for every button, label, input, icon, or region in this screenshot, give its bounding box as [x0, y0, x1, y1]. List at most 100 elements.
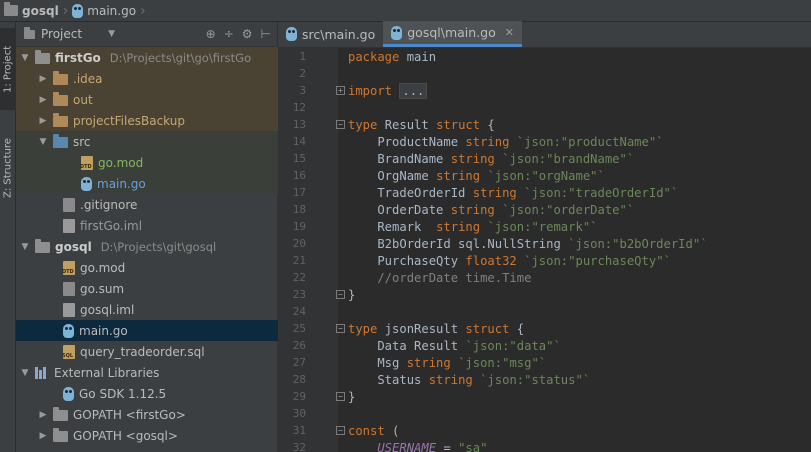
- chevron-right-icon[interactable]: ▶: [38, 431, 48, 441]
- tree-item-gosql-main-go[interactable]: main.go: [16, 320, 278, 341]
- code-line[interactable]: 32 USERNAME = "sa": [278, 439, 811, 452]
- chevron-right-icon[interactable]: ▶: [38, 116, 48, 126]
- code-line[interactable]: 22 //orderDate time.Time: [278, 269, 811, 286]
- collapse-all-icon[interactable]: ÷: [224, 27, 234, 41]
- tree-item-gopath-gosql[interactable]: ▶ GOPATH <gosql>: [16, 425, 278, 446]
- tab-gosql-main-go[interactable]: gosql\main.go ✕: [383, 21, 522, 47]
- collapse-icon[interactable]: −: [336, 426, 345, 435]
- code-token: import: [348, 83, 393, 98]
- chevron-down-icon[interactable]: ▼: [38, 137, 48, 147]
- structure-tool-tab[interactable]: Z: Structure: [0, 118, 16, 218]
- code-line[interactable]: 21 PurchaseQty float32 `json:"purchaseQt…: [278, 252, 811, 269]
- project-tool-tab-label: 1: Project: [2, 45, 14, 93]
- code-line[interactable]: 15 BrandName string `json:"brandName"`: [278, 150, 811, 167]
- code-text: Status string `json:"status"`: [348, 373, 590, 387]
- code-line[interactable]: 2: [278, 65, 811, 82]
- code-line[interactable]: 28 Status string `json:"status"`: [278, 371, 811, 388]
- tree-item-src-go-mod[interactable]: go.mod: [16, 152, 278, 173]
- chevron-right-icon[interactable]: ▶: [38, 410, 48, 420]
- code-line[interactable]: 30: [278, 405, 811, 422]
- fold-gutter: [306, 48, 348, 65]
- tree-item-query-tradeorder-sql[interactable]: query_tradeorder.sql: [16, 341, 278, 362]
- collapse-icon[interactable]: −: [336, 290, 345, 299]
- code-line[interactable]: 17 TradeOrderId string `json:"tradeOrder…: [278, 184, 811, 201]
- code-token: string: [472, 185, 517, 200]
- tree-item-gosql-iml[interactable]: gosql.iml: [16, 299, 278, 320]
- tree-item-go-sum[interactable]: go.sum: [16, 278, 278, 299]
- collapse-icon[interactable]: −: [336, 120, 345, 129]
- code-token: Result: [377, 117, 437, 132]
- code-text: }: [348, 390, 355, 404]
- code-line[interactable]: 18 OrderDate string `json:"orderDate"`: [278, 201, 811, 218]
- code-line[interactable]: 29 −}: [278, 388, 811, 405]
- code-token: (: [384, 423, 400, 438]
- tree-item-gosql-go-mod[interactable]: go.mod: [16, 257, 278, 278]
- code-line[interactable]: 27 Msg string `json:"msg"`: [278, 354, 811, 371]
- code-line[interactable]: 25 − type jsonResult struct {: [278, 320, 811, 337]
- code-line[interactable]: 13 − type Result struct {: [278, 116, 811, 133]
- tree-item-gitignore[interactable]: .gitignore: [16, 194, 278, 215]
- collapse-icon[interactable]: −: [336, 392, 345, 401]
- tree-item-src[interactable]: ▼ src: [16, 131, 278, 152]
- tree-item-gosql[interactable]: ▼ gosql D:\Projects\git\gosql: [16, 236, 278, 257]
- breadcrumb-file[interactable]: main.go: [72, 3, 136, 18]
- tree-item-label: GOPATH <firstGo>: [73, 407, 186, 422]
- code-token: OrgName: [348, 168, 437, 183]
- tree-item-out[interactable]: ▶ out: [16, 89, 278, 110]
- tree-item-path: D:\Projects\git\go\firstGo: [109, 50, 252, 65]
- code-token: `json:"remark"`: [487, 219, 598, 234]
- code-line[interactable]: 26 Data Result `json:"data"`: [278, 337, 811, 354]
- tree-item-gopath-firstgo[interactable]: ▶ GOPATH <firstGo>: [16, 404, 278, 425]
- tree-item-label: .gitignore: [80, 197, 138, 212]
- locate-icon[interactable]: ⊕: [206, 27, 216, 41]
- code-line[interactable]: 31 − const (: [278, 422, 811, 439]
- chevron-right-icon[interactable]: ▶: [38, 95, 48, 105]
- code-line[interactable]: 24: [278, 303, 811, 320]
- code-text: Remark string `json:"remark"`: [348, 219, 598, 234]
- tree-item-firstgo-iml[interactable]: firstGo.iml: [16, 215, 278, 236]
- code-token: package: [348, 49, 400, 64]
- folder-icon: [4, 2, 18, 16]
- hide-panel-icon[interactable]: ⊢: [261, 27, 271, 41]
- close-icon[interactable]: ✕: [505, 26, 514, 39]
- tree-item-src-main-go[interactable]: main.go: [16, 173, 278, 194]
- tree-item-label: GOPATH <gosql>: [73, 428, 178, 443]
- tree-item-external-libraries[interactable]: ▼ External Libraries: [16, 362, 278, 383]
- code-token: OrderDate: [348, 202, 451, 217]
- chevron-down-icon[interactable]: ▼: [20, 53, 30, 63]
- collapse-icon[interactable]: −: [336, 324, 345, 333]
- gear-icon[interactable]: ⚙: [242, 27, 253, 41]
- tree-item-idea[interactable]: ▶ .idea: [16, 68, 278, 89]
- tab-src-main-go[interactable]: src\main.go: [278, 21, 383, 47]
- code-text: B2bOrderId sql.NullString `json:"b2bOrde…: [348, 237, 707, 251]
- line-number: 31: [292, 424, 306, 437]
- code-line[interactable]: 23 −}: [278, 286, 811, 303]
- fold-gutter: [306, 167, 348, 184]
- code-token: Data Result: [348, 338, 466, 353]
- chevron-down-icon[interactable]: ▼: [108, 29, 115, 39]
- tree-item-go-sdk[interactable]: Go SDK 1.12.5: [16, 383, 278, 404]
- folded-region[interactable]: ...: [399, 82, 428, 99]
- code-line[interactable]: 14 ProductName string `json:"productName…: [278, 133, 811, 150]
- code-line[interactable]: 1 package main: [278, 48, 811, 65]
- chevron-down-icon[interactable]: ▼: [20, 368, 30, 378]
- project-panel: Project ▼ ⊕ ÷ ⚙ ⊢ ▼ firstGo D:\Projects\…: [16, 22, 278, 452]
- code-area[interactable]: 1 package main 2 3 + import ... 12 13− type Resu…: [278, 48, 811, 452]
- chevron-down-icon[interactable]: ▼: [20, 242, 30, 252]
- chevron-right-icon[interactable]: ▶: [38, 74, 48, 84]
- tree-item-firstgo[interactable]: ▼ firstGo D:\Projects\git\go\firstGo: [16, 47, 278, 68]
- tree-item-projectfilesbackup[interactable]: ▶ projectFilesBackup: [16, 110, 278, 131]
- code-line[interactable]: 16 OrgName string `json:"orgName"`: [278, 167, 811, 184]
- code-line[interactable]: 12: [278, 99, 811, 116]
- breadcrumb-project[interactable]: gosql: [4, 2, 59, 18]
- code-line[interactable]: 19 Remark string `json:"remark"`: [278, 218, 811, 235]
- code-token: main: [399, 49, 437, 64]
- fold-gutter: [306, 65, 348, 82]
- code-line[interactable]: 20 B2bOrderId sql.NullString `json:"b2bO…: [278, 235, 811, 252]
- expand-icon[interactable]: +: [336, 86, 345, 95]
- line-number: 2: [299, 67, 306, 80]
- project-view-selector[interactable]: Project: [41, 27, 82, 41]
- code-line[interactable]: 3 + import ...: [278, 82, 811, 99]
- line-number: 21: [292, 254, 306, 267]
- project-tool-tab[interactable]: 1: Project: [0, 28, 16, 110]
